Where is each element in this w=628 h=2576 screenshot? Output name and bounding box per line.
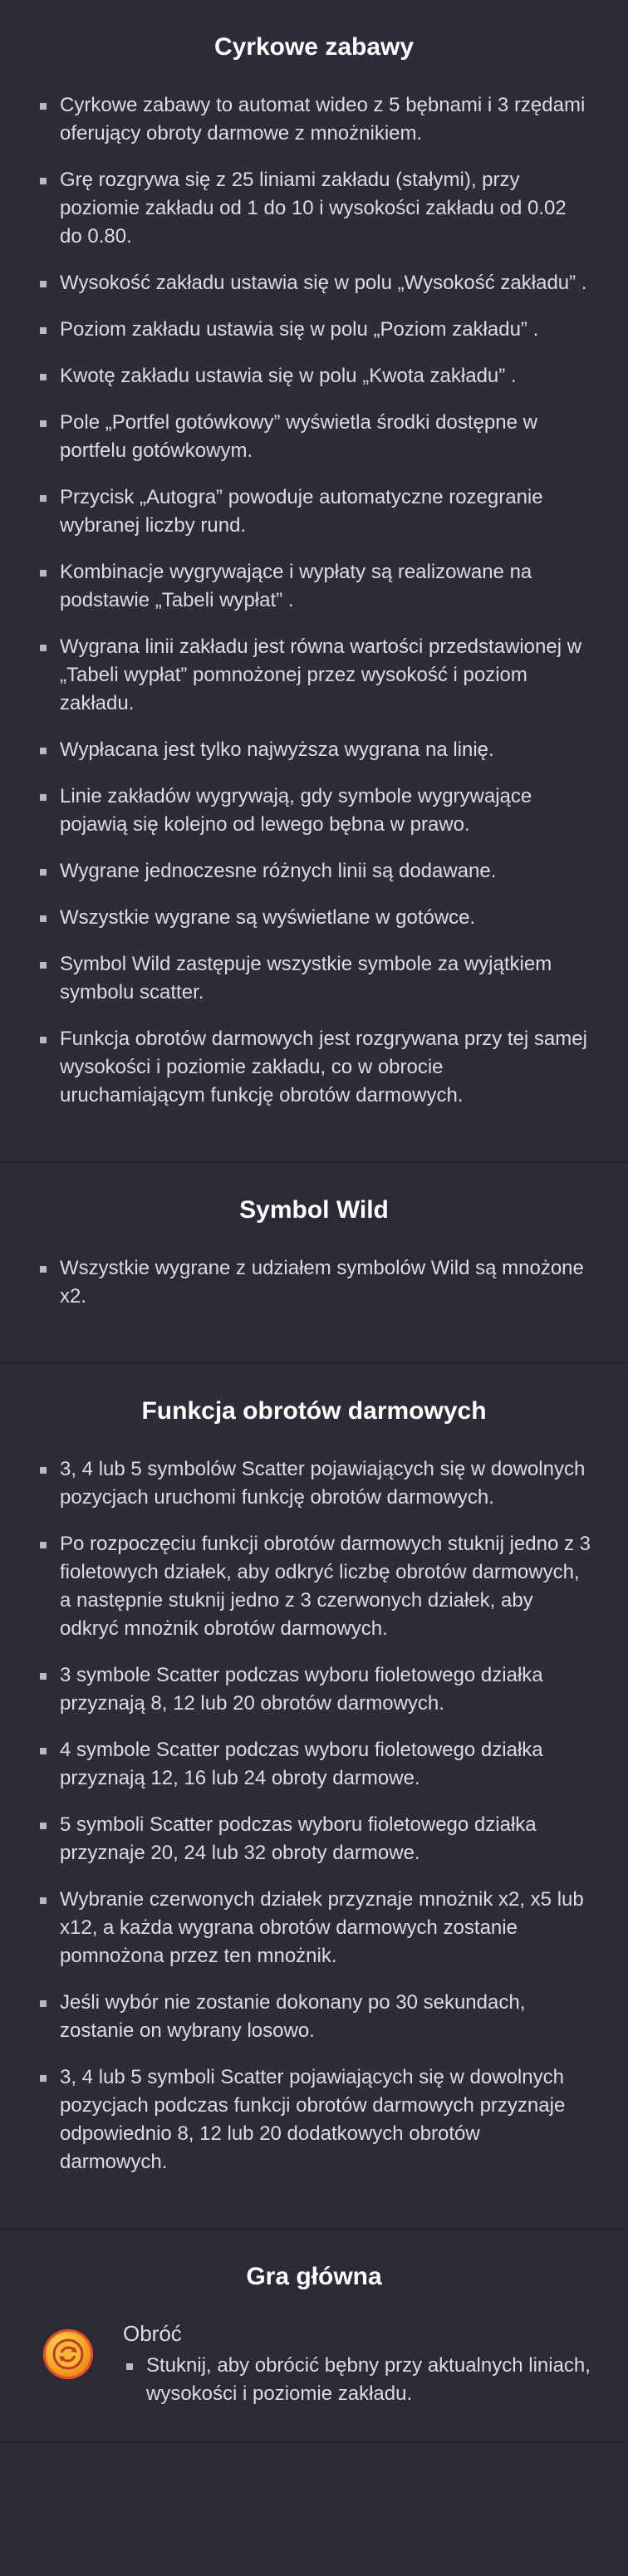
list-item: Funkcja obrotów darmowych jest rozgrywan… <box>37 1025 591 1110</box>
list-item: Wygrane jednoczesne różnych linii są dod… <box>37 857 591 886</box>
spin-description: Obróć Stuknij, aby obrócić bębny przy ak… <box>123 2321 591 2408</box>
list-item: Wybranie czerwonych działek przyznaje mn… <box>37 1886 591 1970</box>
section-free-spins: Funkcja obrotów darmowych 3, 4 lub 5 sym… <box>0 1364 628 2230</box>
list-item: 5 symboli Scatter podczas wyboru fioleto… <box>37 1811 591 1867</box>
list-item: Cyrkowe zabawy to automat wideo z 5 bębn… <box>37 91 591 148</box>
list-item: Stuknij, aby obrócić bębny przy aktualny… <box>123 2352 591 2408</box>
list-item: Wypłacana jest tylko najwyższa wygrana n… <box>37 736 591 764</box>
spin-icon <box>43 2329 93 2379</box>
list-item: 3 symbole Scatter podczas wyboru fioleto… <box>37 1661 591 1718</box>
list-item: Wysokość zakładu ustawia się w polu „Wys… <box>37 269 591 297</box>
spin-title: Obróć <box>123 2321 182 2346</box>
list-item: Linie zakładów wygrywają, gdy symbole wy… <box>37 783 591 839</box>
list-item: 3, 4 lub 5 symboli Scatter pojawiających… <box>37 2063 591 2176</box>
list-item: Pole „Portfel gotówkowy” wyświetla środk… <box>37 409 591 465</box>
list-item: 3, 4 lub 5 symbolów Scatter pojawiającyc… <box>37 1455 591 1512</box>
section-wild-symbol: Symbol Wild Wszystkie wygrane z udziałem… <box>0 1163 628 1364</box>
list-item: Wszystkie wygrane są wyświetlane w gotów… <box>37 904 591 932</box>
list-item: Jeśli wybór nie zostanie dokonany po 30 … <box>37 1989 591 2045</box>
list-item: Symbol Wild zastępuje wszystkie symbole … <box>37 950 591 1007</box>
list-item: Kombinacje wygrywające i wypłaty są real… <box>37 558 591 615</box>
rules-list: Wszystkie wygrane z udziałem symbolów Wi… <box>37 1254 591 1311</box>
section-title: Cyrkowe zabawy <box>213 33 415 61</box>
list-item: 4 symbole Scatter podczas wyboru fioleto… <box>37 1736 591 1793</box>
section-title: Symbol Wild <box>239 1196 389 1224</box>
rules-list: 3, 4 lub 5 symbolów Scatter pojawiającyc… <box>37 1455 591 2176</box>
main-game-spin-row: Obróć Stuknij, aby obrócić bębny przy ak… <box>37 2321 591 2408</box>
list-item: Po rozpoczęciu funkcji obrotów darmowych… <box>37 1530 591 1643</box>
list-item: Wygrana linii zakładu jest równa wartośc… <box>37 633 591 718</box>
rules-page: Cyrkowe zabawy Cyrkowe zabawy to automat… <box>0 0 628 2443</box>
list-item: Kwotę zakładu ustawia się w polu „Kwota … <box>37 362 591 390</box>
list-item: Poziom zakładu ustawia się w polu „Pozio… <box>37 316 591 344</box>
section-title: Gra główna <box>246 2263 382 2290</box>
section-title: Funkcja obrotów darmowych <box>141 1397 487 1425</box>
list-item: Wszystkie wygrane z udziałem symbolów Wi… <box>37 1254 591 1311</box>
rules-list: Stuknij, aby obrócić bębny przy aktualny… <box>123 2352 591 2408</box>
list-item: Przycisk „Autogra” powoduje automatyczne… <box>37 483 591 540</box>
section-circus-fun: Cyrkowe zabawy Cyrkowe zabawy to automat… <box>0 0 628 1163</box>
list-item: Grę rozgrywa się z 25 liniami zakładu (s… <box>37 166 591 251</box>
section-main-game: Gra główna Obróć Stuknij, aby obrócić bę… <box>0 2230 628 2443</box>
spin-arrows-icon <box>52 2338 84 2370</box>
rules-list: Cyrkowe zabawy to automat wideo z 5 bębn… <box>37 91 591 1110</box>
